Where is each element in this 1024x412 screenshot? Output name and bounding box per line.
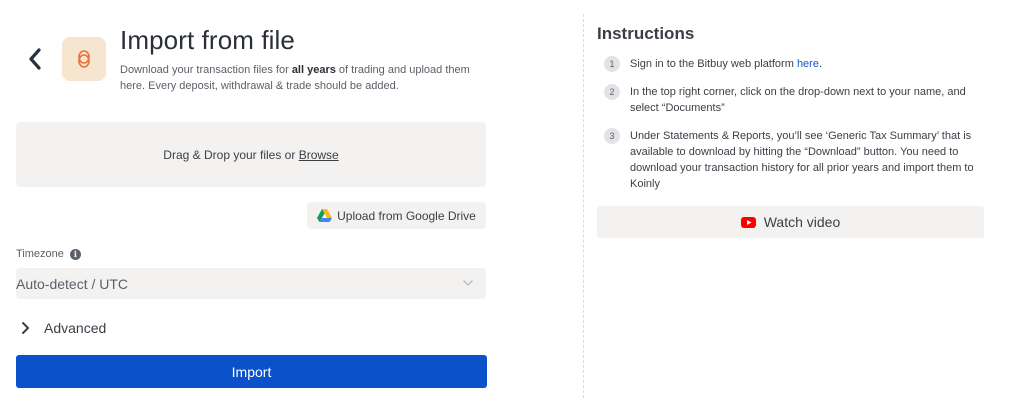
timezone-selected-value: Auto-detect / UTC	[16, 275, 129, 292]
back-button[interactable]	[22, 44, 48, 74]
watch-video-label: Watch video	[763, 214, 841, 230]
google-drive-label: Upload from Google Drive	[337, 208, 476, 223]
chevron-down-icon	[463, 280, 473, 286]
watch-video-button[interactable]: Watch video	[597, 206, 984, 238]
import-button[interactable]: Import	[16, 355, 487, 388]
bitbuy-logo	[62, 37, 106, 81]
advanced-toggle[interactable]: Advanced	[20, 318, 106, 338]
info-icon[interactable]: i	[69, 248, 81, 260]
youtube-icon	[740, 216, 756, 228]
step-number: 3	[604, 128, 620, 144]
bitbuy-logo-icon	[78, 50, 90, 68]
step-2-text: In the top right corner, click on the dr…	[630, 86, 966, 114]
instruction-step-2: 2 In the top right corner, click on the …	[604, 84, 984, 116]
step-number: 1	[604, 56, 620, 72]
instruction-step-3: 3 Under Statements & Reports, you’ll see…	[604, 128, 984, 192]
subtitle-emphasis: all years	[291, 64, 336, 76]
step-1-suffix: .	[818, 58, 823, 70]
instruction-step-1: 1 Sign in to the Bitbuy web platform her…	[604, 56, 984, 72]
subtitle-text: Download your transaction files for	[120, 64, 292, 76]
browse-link[interactable]: Browse	[299, 148, 339, 162]
panel-divider	[583, 14, 584, 398]
step-text: Sign in to the Bitbuy web platform here.	[630, 56, 982, 72]
step-1-text: Sign in to the Bitbuy web platform	[630, 58, 797, 70]
google-drive-button[interactable]: Upload from Google Drive	[307, 202, 486, 229]
instructions-title: Instructions	[597, 24, 695, 43]
timezone-label: Timezone	[16, 248, 64, 260]
page-subtitle: Download your transaction files for all …	[120, 62, 480, 94]
advanced-label: Advanced	[44, 320, 107, 336]
dropzone-text: Drag & Drop your files or	[163, 147, 296, 162]
step-3-text: Under Statements & Reports, you’ll see ‘…	[630, 130, 974, 190]
timezone-label-row: Timezone i	[16, 248, 81, 260]
import-panel: Import from file Download your transacti…	[0, 0, 584, 412]
google-drive-icon	[317, 209, 333, 222]
chevron-left-icon	[29, 48, 41, 70]
chevron-right-icon	[22, 322, 29, 334]
timezone-select[interactable]: Auto-detect / UTC	[16, 268, 486, 299]
page-title: Import from file	[120, 25, 295, 55]
step-number: 2	[604, 84, 620, 100]
file-dropzone[interactable]: Drag & Drop your files or Browse	[16, 122, 486, 187]
bitbuy-platform-link[interactable]: here	[797, 58, 819, 70]
